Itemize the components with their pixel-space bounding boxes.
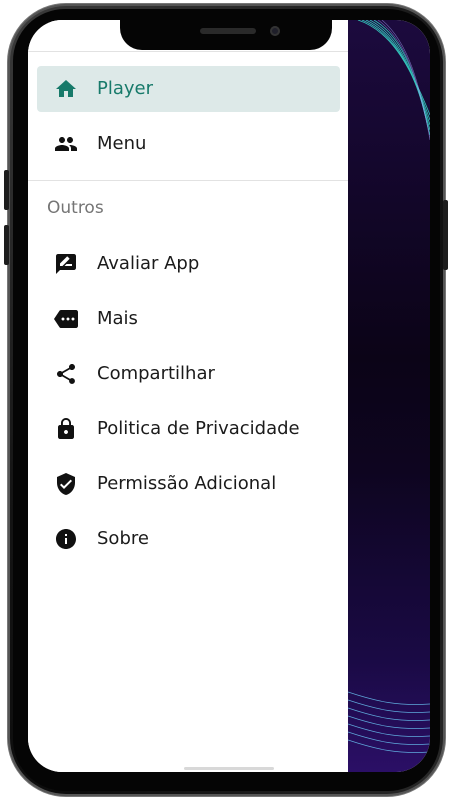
drawer-item-label: Politica de Privacidade xyxy=(97,418,300,439)
drawer-item-label: Mais xyxy=(97,308,138,329)
speaker-grille xyxy=(200,28,256,34)
decorative-wave-bottom xyxy=(348,691,430,753)
info-icon xyxy=(53,527,79,551)
drawer-section-title: Outros xyxy=(47,198,104,218)
people-icon xyxy=(53,132,79,156)
drawer-item-label: Player xyxy=(97,78,154,99)
drawer-item-avaliar-app[interactable]: Avaliar App xyxy=(37,241,340,287)
drawer-item-compartilhar[interactable]: Compartilhar xyxy=(37,351,340,397)
drawer-item-label: Permissão Adicional xyxy=(97,473,277,494)
drawer-item-sobre[interactable]: Sobre xyxy=(37,516,340,562)
drawer-item-politica-de-privacidade[interactable]: Politica de Privacidade xyxy=(37,406,340,452)
page: Player Menu Outros Avaliar App Mais Comp… xyxy=(0,0,451,800)
volume-button xyxy=(4,225,9,265)
power-button xyxy=(443,200,448,270)
drawer-item-menu[interactable]: Menu xyxy=(37,121,340,167)
drawer-section-divider xyxy=(28,180,348,181)
drawer-item-label: Avaliar App xyxy=(97,253,200,274)
share-icon xyxy=(53,362,79,386)
volume-button xyxy=(4,170,9,210)
drawer-item-label: Sobre xyxy=(97,528,149,549)
phone-notch xyxy=(120,20,332,50)
home-indicator xyxy=(184,767,274,770)
lock-icon xyxy=(53,417,79,441)
drawer-header-divider xyxy=(28,51,348,52)
navigation-drawer: Player Menu Outros Avaliar App Mais Comp… xyxy=(28,20,348,772)
drawer-item-label: Menu xyxy=(97,133,147,154)
drawer-item-player[interactable]: Player xyxy=(37,66,340,112)
drawer-item-mais[interactable]: Mais xyxy=(37,296,340,342)
drawer-item-permissao-adicional[interactable]: Permissão Adicional xyxy=(37,461,340,507)
front-camera xyxy=(270,26,280,36)
more-label-icon xyxy=(53,307,79,331)
decorative-wave-top xyxy=(357,20,430,140)
rate-review-icon xyxy=(53,252,79,276)
verified-shield-icon xyxy=(53,472,79,496)
drawer-item-label: Compartilhar xyxy=(97,363,215,384)
app-background xyxy=(348,20,430,772)
screen: Player Menu Outros Avaliar App Mais Comp… xyxy=(28,20,430,772)
home-icon xyxy=(53,77,79,101)
